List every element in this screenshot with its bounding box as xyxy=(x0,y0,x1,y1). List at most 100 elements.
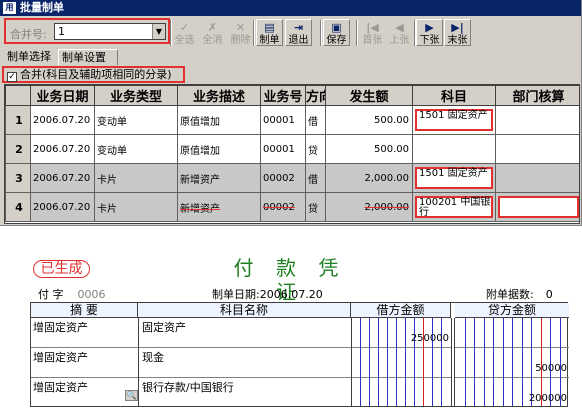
cell-amount[interactable]: 2,000.00 xyxy=(325,163,413,193)
cell-date[interactable]: 2006.07.20 xyxy=(30,134,95,164)
reference-icon[interactable]: 🔍 xyxy=(125,390,138,401)
header-dept[interactable]: 部门核算 xyxy=(495,85,579,106)
cell-bizno[interactable]: 00001 xyxy=(260,134,306,164)
table-row[interactable]: 4 2006.07.20 卡片 新增资产 00002 贷 2,000.00 10… xyxy=(5,192,579,222)
select-all-icon: ✓ xyxy=(179,21,190,34)
save-button[interactable]: ▣ 保存 xyxy=(323,19,350,46)
cell-amount[interactable]: 500.00 xyxy=(325,134,413,164)
cell-dept[interactable] xyxy=(495,134,579,164)
line-debit[interactable]: 250000 xyxy=(353,333,449,344)
row-number[interactable]: 3 xyxy=(5,163,31,193)
tab-voucher-settings[interactable]: 制单设置 xyxy=(58,49,118,65)
delete-icon: ✕ xyxy=(235,21,246,34)
cell-desc[interactable]: 新增资产 xyxy=(177,163,261,193)
chevron-down-icon[interactable]: ▼ xyxy=(152,24,165,39)
cell-date[interactable]: 2006.07.20 xyxy=(30,105,95,135)
line-account[interactable]: 固定资产 xyxy=(140,319,186,335)
cell-type[interactable]: 卡片 xyxy=(94,192,178,222)
header-account: 科目名称 xyxy=(138,303,351,318)
row-number[interactable]: 1 xyxy=(5,105,31,135)
cell-dept[interactable] xyxy=(495,105,579,135)
delete-button[interactable]: ✕ 删除 xyxy=(227,19,254,46)
cell-dept[interactable] xyxy=(495,163,579,193)
cell-bizno[interactable]: 00002 xyxy=(260,192,306,222)
header-summary: 摘 要 xyxy=(31,303,138,318)
make-voucher-button[interactable]: ▤ 制单 xyxy=(256,19,283,46)
cell-date[interactable]: 2006.07.20 xyxy=(30,163,95,193)
cell-direction[interactable]: 借 xyxy=(305,105,326,135)
cell-type[interactable]: 卡片 xyxy=(94,163,178,193)
voucher-word-label: 付 字 xyxy=(38,288,64,301)
dept-value[interactable] xyxy=(498,196,579,218)
cell-subject[interactable] xyxy=(412,134,496,164)
exit-button[interactable]: ⇥ 退出 xyxy=(285,19,312,46)
line-credit[interactable]: 50000 xyxy=(457,363,567,374)
digit-gridline xyxy=(387,318,388,406)
generated-stamp: 已生成 xyxy=(33,260,90,278)
line-summary[interactable]: 增固定资产 xyxy=(31,319,88,335)
header-subject[interactable]: 科目 xyxy=(412,85,496,106)
line-account[interactable]: 银行存款/中国银行 xyxy=(140,379,234,395)
toolbar-button-label: 制单 xyxy=(259,35,280,46)
voucher-line[interactable] xyxy=(31,318,569,348)
line-summary[interactable]: 增固定资产 xyxy=(31,349,88,365)
toolbar-separator xyxy=(253,20,255,46)
cell-date[interactable]: 2006.07.20 xyxy=(30,192,95,222)
attachments-count[interactable]: 0 xyxy=(546,288,553,301)
last-button[interactable]: ▶| 末张 xyxy=(444,19,471,46)
cell-direction[interactable]: 贷 xyxy=(305,192,326,222)
cell-direction[interactable]: 借 xyxy=(305,163,326,193)
digit-gridline xyxy=(405,318,406,406)
cell-subject[interactable]: 1501 固定资产 xyxy=(412,163,496,193)
line-summary[interactable]: 增固定资产 xyxy=(31,379,88,395)
cell-desc[interactable]: 原值增加 xyxy=(177,134,261,164)
tab-voucher-select[interactable]: 制单选择 xyxy=(4,49,56,65)
merge-entries-checkbox[interactable]: ✓ 合并(科目及辅助项相同的分录) xyxy=(2,66,185,83)
prev-button[interactable]: ◀ 上张 xyxy=(386,19,413,46)
subject-value[interactable]: 100201 中国银行 xyxy=(415,196,493,218)
cell-bizno[interactable]: 00001 xyxy=(260,105,306,135)
cell-type[interactable]: 变动单 xyxy=(94,105,178,135)
header-date[interactable]: 业务日期 xyxy=(30,85,95,106)
cell-amount[interactable]: 500.00 xyxy=(325,105,413,135)
header-type[interactable]: 业务类型 xyxy=(94,85,178,106)
next-button[interactable]: ▶ 下张 xyxy=(416,19,443,46)
table-row[interactable]: 3 2006.07.20 卡片 新增资产 00002 借 2,000.00 15… xyxy=(5,163,579,193)
cell-amount[interactable]: 2,000.00 xyxy=(325,192,413,222)
cell-desc[interactable]: 原值增加 xyxy=(177,105,261,135)
row-number[interactable]: 2 xyxy=(5,134,31,164)
table-row[interactable]: 1 2006.07.20 变动单 原值增加 00001 借 500.00 150… xyxy=(5,105,579,135)
cell-subject[interactable]: 100201 中国银行 xyxy=(412,192,496,222)
voucher-number[interactable]: 0006 xyxy=(78,288,106,301)
toolbar-separator xyxy=(170,20,172,46)
digit-gridline xyxy=(396,318,397,406)
toolbar-button-label: 全选 xyxy=(174,35,195,46)
deselect-all-button[interactable]: ✗ 全消 xyxy=(199,19,226,46)
cell-direction[interactable]: 贷 xyxy=(305,134,326,164)
table-row[interactable]: 2 2006.07.20 变动单 原值增加 00001 贷 500.00 xyxy=(5,134,579,164)
checkbox-check-icon[interactable]: ✓ xyxy=(7,72,17,82)
digit-gridline xyxy=(414,318,415,406)
header-bizno[interactable]: 业务号 xyxy=(260,85,306,106)
row-number[interactable]: 4 xyxy=(5,192,31,222)
cell-subject[interactable]: 1501 固定资产 xyxy=(412,105,496,135)
merge-number-combo[interactable]: 1 ▼ xyxy=(54,23,166,40)
first-icon: |◀ xyxy=(366,21,379,34)
header-direction[interactable]: 方向 xyxy=(305,85,326,106)
cell-bizno[interactable]: 00002 xyxy=(260,163,306,193)
subject-value[interactable]: 1501 固定资产 xyxy=(415,109,493,131)
header-desc[interactable]: 业务描述 xyxy=(177,85,261,106)
cell-dept[interactable] xyxy=(495,192,579,222)
first-button[interactable]: |◀ 首张 xyxy=(359,19,386,46)
make-voucher-icon: ▤ xyxy=(264,21,275,34)
cell-type[interactable]: 变动单 xyxy=(94,134,178,164)
cell-desc[interactable]: 新增资产 xyxy=(177,192,261,222)
select-all-button[interactable]: ✓ 全选 xyxy=(171,19,198,46)
subject-value[interactable]: 1501 固定资产 xyxy=(415,167,493,189)
window-title: 批量制单 xyxy=(20,1,64,14)
header-amount[interactable]: 发生额 xyxy=(325,85,413,106)
header-credit: 贷方金额 xyxy=(455,303,569,318)
voucher-date-value[interactable]: 2006.07.20 xyxy=(260,288,323,301)
line-account[interactable]: 现金 xyxy=(140,349,164,365)
line-credit[interactable]: 200000 xyxy=(457,393,567,404)
